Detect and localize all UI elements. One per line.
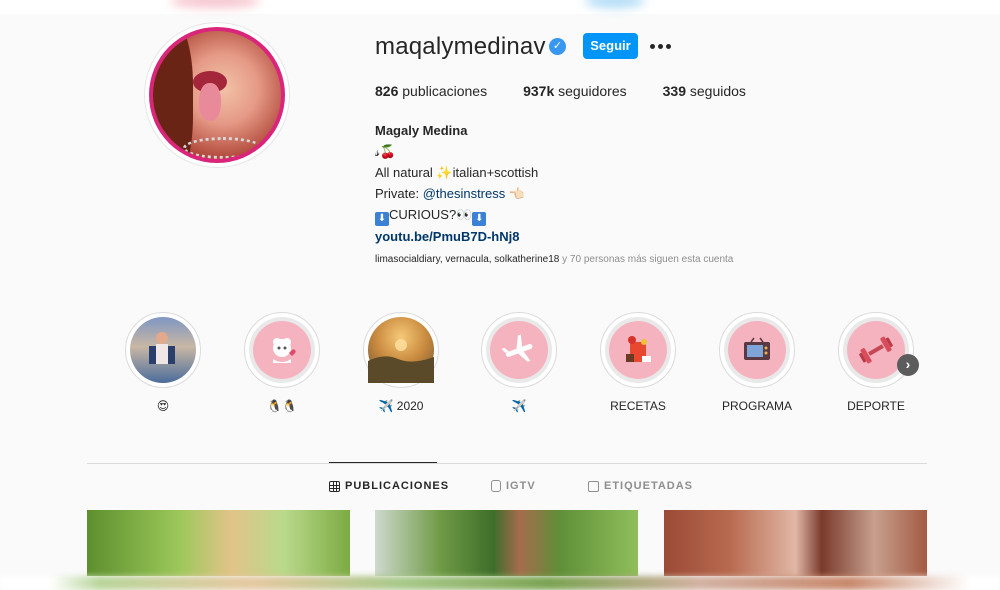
igtv-icon	[491, 480, 501, 492]
bio-line-3: Private: @thesinstress 👈🏻	[375, 183, 538, 204]
bio-text: All natural	[375, 165, 437, 180]
bio-text: CURIOUS?👀	[389, 207, 473, 222]
highlight-item[interactable]: ✈️	[481, 312, 557, 413]
followers-label: seguidores	[558, 83, 627, 99]
top-edge-blur	[0, 0, 1000, 14]
highlight-label: RECETAS	[610, 399, 666, 413]
story-ring	[149, 27, 285, 163]
highlights-next-chevron-icon[interactable]: ›	[897, 354, 919, 376]
grid-icon	[329, 480, 340, 492]
profile-stats: 826 publicaciones 937k seguidores 339 se…	[375, 83, 782, 99]
highlight-item[interactable]: PROGRAMA	[719, 312, 795, 413]
food-icon	[609, 321, 667, 379]
followers-count: 937k	[523, 83, 555, 99]
post-thumbnail[interactable]	[87, 510, 350, 576]
highlight-item[interactable]: 🐧🐧	[244, 312, 320, 413]
dog-heart-icon	[253, 321, 311, 379]
bio-line-1: 𝓈🍒	[375, 144, 396, 159]
highlight-label: ✈️ 2020	[378, 399, 424, 413]
airplane-icon	[490, 321, 548, 379]
tab-publicaciones[interactable]: PUBLICACIONES	[329, 480, 449, 492]
following-stat[interactable]: 339 seguidos	[663, 83, 746, 99]
active-tab-indicator	[329, 462, 437, 463]
followed-by-rest: y 70 personas más siguen esta cuenta	[559, 254, 734, 265]
down-arrow-icon: ⬇	[375, 212, 389, 226]
profile-username: maqalymedinav	[375, 33, 546, 60]
post-thumbnail[interactable]	[375, 510, 638, 576]
highlight-label: DEPORTE	[847, 399, 905, 413]
tagged-icon	[588, 480, 599, 492]
highlight-label: PROGRAMA	[721, 399, 792, 413]
highlight-item[interactable]: ✈️ 2020	[363, 312, 439, 413]
tab-label: IGTV	[506, 480, 536, 492]
tv-icon	[728, 321, 786, 379]
highlight-item[interactable]: RECETAS	[600, 312, 676, 413]
down-arrow-icon: ⬇	[472, 212, 487, 226]
profile-full-name: Magaly Medina	[375, 123, 468, 138]
followed-by-names: limasocialdiary, vernacula, solkatherine…	[375, 254, 560, 265]
private-account-mention[interactable]: @thesinstress	[423, 186, 506, 201]
bio-line-2: All natural ✨italian+scottish	[375, 162, 538, 183]
bio-text: italian+scottish	[452, 165, 539, 180]
highlight-label: 🐧🐧	[267, 399, 297, 413]
people-photo-icon	[130, 317, 196, 383]
posts-stat[interactable]: 826 publicaciones	[375, 83, 487, 99]
profile-bio: Magaly Medina 𝓈🍒 All natural ✨italian+sc…	[375, 120, 538, 247]
highlight-item[interactable]: 😍	[125, 312, 201, 413]
tab-igtv[interactable]: IGTV	[491, 480, 536, 492]
tab-etiquetadas[interactable]: ETIQUETADAS	[588, 480, 693, 492]
tab-label: ETIQUETADAS	[604, 480, 694, 492]
highlight-label: 😍	[156, 399, 170, 413]
avatar-photo	[153, 31, 281, 159]
pointing-hand-icon: 👈🏻	[508, 186, 526, 201]
tab-label: PUBLICACIONES	[345, 480, 450, 492]
posts-count: 826	[375, 83, 399, 99]
highlight-label: ✈️	[511, 399, 527, 413]
followers-stat[interactable]: 937k seguidores	[523, 83, 627, 99]
following-count: 339	[662, 83, 686, 99]
profile-avatar[interactable]	[144, 22, 290, 168]
bio-text: Private:	[375, 186, 423, 201]
followed-by-text[interactable]: limasocialdiary, vernacula, solkatherine…	[375, 254, 733, 265]
bio-line-4: ⬇ CURIOUS?👀 ⬇	[375, 204, 538, 226]
dumbbell-icon	[847, 321, 905, 379]
following-label: seguidos	[689, 83, 746, 99]
bio-link[interactable]: youtu.be/PmuB7D-hNj8	[375, 226, 538, 247]
follow-button[interactable]: Seguir	[583, 33, 638, 59]
post-thumbnail[interactable]	[664, 510, 927, 576]
bottom-edge-blur	[0, 576, 1000, 590]
posts-label: publicaciones	[402, 83, 488, 99]
sunset-photo-icon	[368, 317, 434, 383]
tabs-divider	[87, 463, 927, 464]
sparkles-icon: ✨	[436, 165, 453, 180]
more-options-icon[interactable]	[648, 34, 672, 58]
verified-badge-icon: ✓	[549, 38, 566, 55]
